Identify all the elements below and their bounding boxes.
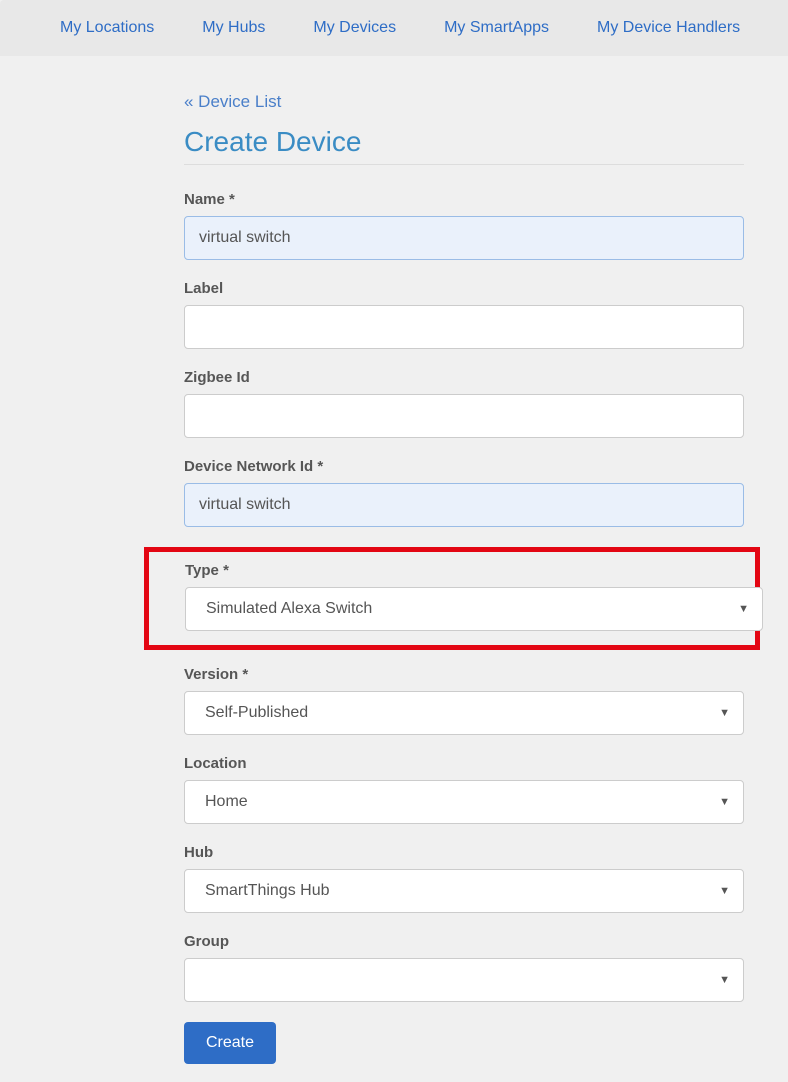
- label-input[interactable]: [184, 305, 744, 349]
- version-selected-value: Self-Published: [184, 691, 744, 735]
- name-input[interactable]: [184, 216, 744, 260]
- title-divider: [184, 164, 744, 165]
- nav-device-handlers[interactable]: My Device Handlers: [597, 19, 740, 37]
- create-button[interactable]: Create: [184, 1022, 276, 1064]
- nav-devices[interactable]: My Devices: [313, 19, 396, 37]
- label-label: Label: [184, 280, 744, 297]
- device-network-id-input[interactable]: [184, 483, 744, 527]
- back-to-device-list-link[interactable]: « Device List: [184, 92, 281, 112]
- hub-selected-value: SmartThings Hub: [184, 869, 744, 913]
- device-network-id-label: Device Network Id *: [184, 458, 744, 475]
- main-content: « Device List Create Device Name * Label…: [184, 56, 744, 1064]
- page-title: Create Device: [184, 126, 744, 158]
- hub-select[interactable]: SmartThings Hub ▼: [184, 869, 744, 913]
- location-label: Location: [184, 755, 744, 772]
- location-selected-value: Home: [184, 780, 744, 824]
- form-group-location: Location Home ▼: [184, 755, 744, 824]
- type-selected-value: Simulated Alexa Switch: [185, 587, 763, 631]
- location-select[interactable]: Home ▼: [184, 780, 744, 824]
- zigbee-id-label: Zigbee Id: [184, 369, 744, 386]
- top-nav: My Locations My Hubs My Devices My Smart…: [0, 0, 788, 56]
- nav-hubs[interactable]: My Hubs: [202, 19, 265, 37]
- type-select[interactable]: Simulated Alexa Switch ▼: [185, 587, 763, 631]
- form-group-device-network-id: Device Network Id *: [184, 458, 744, 527]
- form-group-name: Name *: [184, 191, 744, 260]
- hub-label: Hub: [184, 844, 744, 861]
- version-select[interactable]: Self-Published ▼: [184, 691, 744, 735]
- form-group-type: Type * Simulated Alexa Switch ▼: [144, 547, 760, 650]
- zigbee-id-input[interactable]: [184, 394, 744, 438]
- form-group-zigbee-id: Zigbee Id: [184, 369, 744, 438]
- form-group-version: Version * Self-Published ▼: [184, 666, 744, 735]
- version-label: Version *: [184, 666, 744, 683]
- form-group-group: Group ▼: [184, 933, 744, 1002]
- name-label: Name *: [184, 191, 744, 208]
- form-group-hub: Hub SmartThings Hub ▼: [184, 844, 744, 913]
- group-select[interactable]: ▼: [184, 958, 744, 1002]
- group-label: Group: [184, 933, 744, 950]
- nav-locations[interactable]: My Locations: [60, 19, 154, 37]
- group-selected-value: [184, 958, 744, 1002]
- form-group-label: Label: [184, 280, 744, 349]
- type-label: Type *: [185, 562, 741, 579]
- nav-smartapps[interactable]: My SmartApps: [444, 19, 549, 37]
